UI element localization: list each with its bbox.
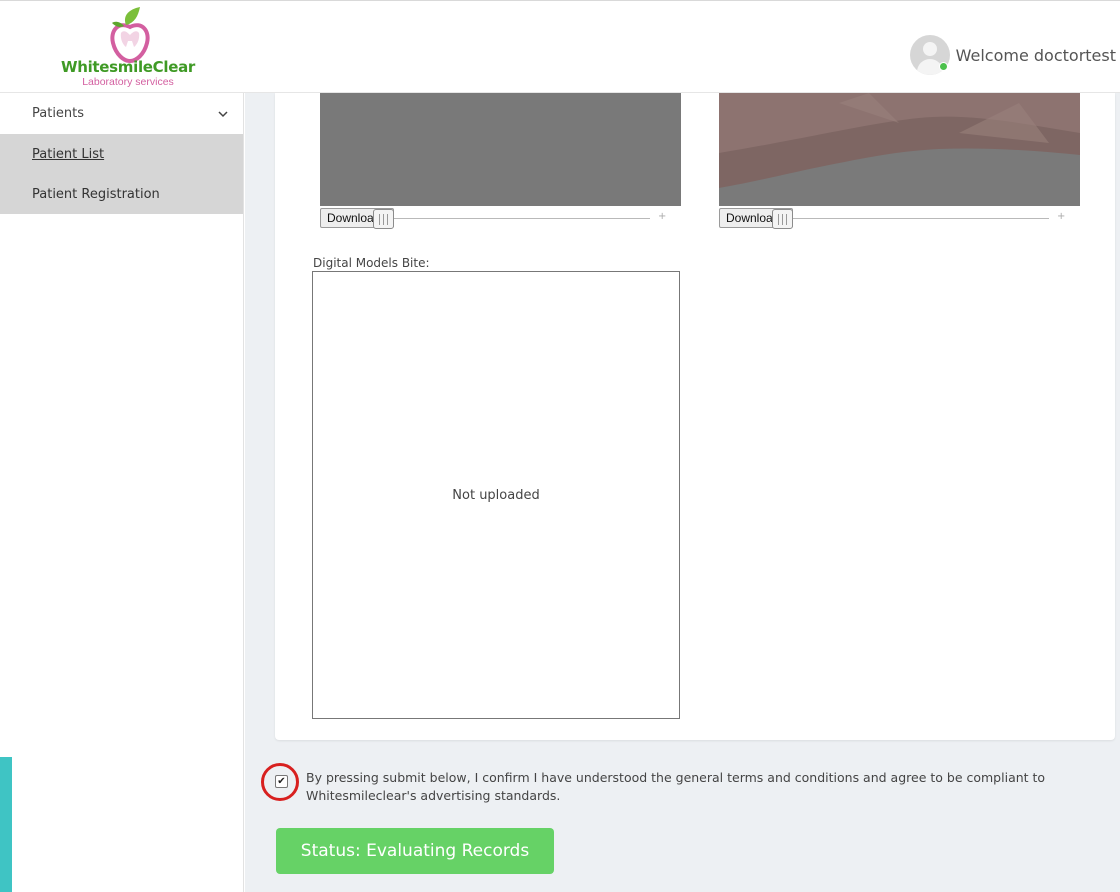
digital-models-bite-label: Digital Models Bite: (313, 256, 430, 270)
seek-track[interactable] (394, 218, 650, 219)
video-controls-2: Download + (719, 206, 1080, 230)
user-menu[interactable]: Welcome doctortest (909, 35, 1116, 75)
tooth-logo-icon (110, 7, 150, 63)
terms-text: By pressing submit below, I confirm I ha… (306, 770, 1046, 803)
avatar-head-shape (922, 42, 937, 56)
chevron-down-icon (218, 110, 228, 117)
main-content: Download + Download + Digital Models Bit… (245, 93, 1120, 892)
logo-subtitle: Laboratory services (82, 76, 174, 88)
zoom-plus-icon[interactable]: + (1057, 211, 1065, 222)
video-frame-image (719, 93, 1080, 206)
welcome-text: Welcome doctortest (955, 45, 1116, 65)
seek-handle[interactable] (373, 209, 394, 229)
video-player-1[interactable] (320, 93, 681, 206)
not-uploaded-text: Not uploaded (452, 487, 540, 503)
status-button[interactable]: Status: Evaluating Records (276, 828, 554, 874)
sidebar-submenu: Patient List Patient Registration (0, 134, 243, 214)
logo-title: WhitesmileClear (60, 58, 196, 76)
terms-agreement: ✔ By pressing submit below, I confirm I … (261, 763, 1107, 811)
sidebar: Patients Patient List Patient Registrati… (0, 93, 244, 892)
seek-track[interactable] (793, 218, 1049, 219)
digital-models-bite-viewer: Not uploaded (312, 271, 680, 719)
brand-logo[interactable]: WhitesmileClear Laboratory services (52, 7, 204, 91)
sidebar-item-patient-list[interactable]: Patient List (0, 134, 243, 174)
sidebar-item-patient-registration[interactable]: Patient Registration (0, 174, 243, 214)
zoom-plus-icon[interactable]: + (658, 211, 666, 222)
video-controls-1: Download + (320, 206, 681, 230)
sidebar-group-patients[interactable]: Patients (0, 93, 243, 134)
seek-handle[interactable] (772, 209, 793, 229)
top-header: WhitesmileClear Laboratory services Welc… (0, 0, 1120, 93)
sidebar-group-label: Patients (32, 106, 85, 121)
terms-checkbox[interactable]: ✔ (275, 775, 288, 788)
records-card: Download + Download + Digital Models Bit… (275, 93, 1115, 740)
video-player-2[interactable] (719, 93, 1080, 206)
chat-tab[interactable] (0, 757, 12, 892)
online-status-icon (938, 62, 948, 71)
